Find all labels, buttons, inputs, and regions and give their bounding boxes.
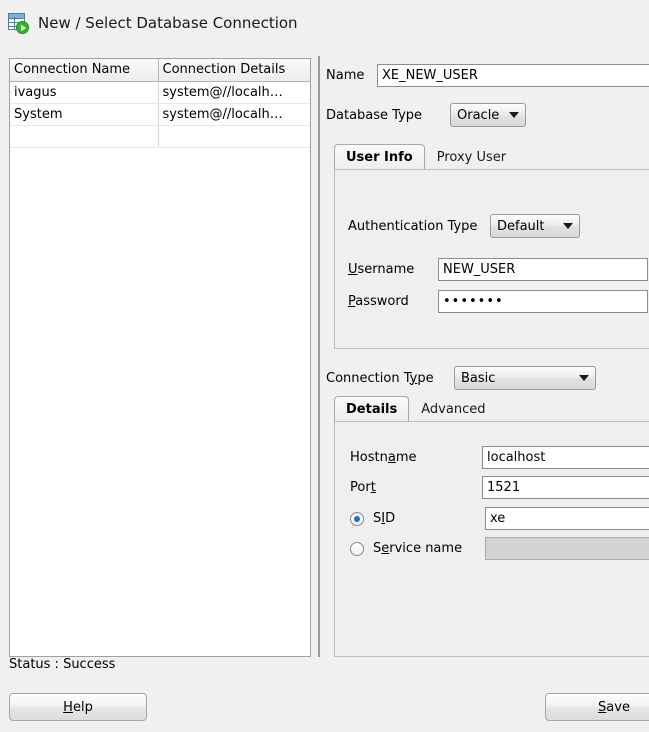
name-row: Name XE_NEW_USER [326, 64, 649, 87]
username-input[interactable]: NEW_USER [438, 258, 648, 281]
hostname-row: Hostname localhost [350, 446, 649, 469]
connection-tabstrip: Details Advanced [334, 396, 497, 422]
sid-radio[interactable] [350, 511, 364, 526]
connection-type-row: Connection Type Basic [326, 366, 596, 390]
database-type-label: Database Type [326, 107, 423, 123]
connection-type-value: Basic [461, 370, 496, 386]
authentication-type-label: Authentication Type [348, 218, 478, 234]
help-button[interactable]: Help [9, 693, 147, 721]
column-header-connection-name[interactable]: Connection Name [10, 59, 159, 82]
pane-splitter[interactable] [316, 56, 322, 657]
authentication-type-row: Authentication Type Default [348, 214, 580, 238]
authentication-type-select[interactable]: Default [490, 214, 580, 238]
details-tabpanel: Hostname localhost Port 1521 SID xe Serv… [334, 421, 649, 657]
cell-connection-details[interactable]: system@//localh… [158, 103, 310, 126]
save-button-label: Save [598, 699, 630, 715]
chevron-down-icon [579, 375, 589, 381]
connections-table[interactable]: Connection Name Connection Details ivagu… [10, 59, 310, 148]
table-row[interactable]: ivagus system@//localh… [10, 81, 310, 104]
cell-connection-name[interactable]: ivagus [10, 81, 159, 104]
window-titlebar: New / Select Database Connection [0, 0, 649, 46]
port-input[interactable]: 1521 [482, 476, 649, 499]
hostname-input[interactable]: localhost [482, 446, 649, 469]
service-name-input [485, 537, 649, 560]
table-empty-area [10, 125, 310, 148]
chevron-down-icon [563, 223, 573, 229]
connection-form-panel: Name XE_NEW_USER Database Type Oracle Us… [326, 56, 649, 657]
user-tabstrip: User Info Proxy User [334, 144, 518, 170]
connections-list-panel[interactable]: Connection Name Connection Details ivagu… [9, 58, 311, 657]
port-row: Port 1521 [350, 476, 649, 499]
hostname-label: Hostname [350, 450, 417, 465]
tab-details[interactable]: Details [334, 396, 410, 422]
save-button[interactable]: Save [545, 693, 649, 721]
sid-row: SID xe [350, 507, 649, 530]
service-name-label: Service name [373, 541, 463, 556]
connection-type-label: Connection Type [326, 370, 434, 386]
port-label: Port [350, 480, 376, 495]
service-name-row: Service name [350, 537, 649, 560]
username-label: Username [348, 262, 415, 277]
username-row: Username NEW_USER [348, 258, 648, 281]
status-text: Status : Success [9, 657, 116, 672]
service-name-radio[interactable] [350, 541, 364, 556]
password-row: Password ••••••• [348, 290, 648, 313]
tab-advanced[interactable]: Advanced [409, 396, 497, 422]
user-info-tabpanel: Authentication Type Default Username NEW… [334, 169, 649, 349]
sid-input[interactable]: xe [485, 507, 649, 530]
connection-type-select[interactable]: Basic [454, 366, 596, 390]
column-header-connection-details[interactable]: Connection Details [158, 59, 310, 82]
table-row[interactable]: System system@//localh… [10, 103, 310, 126]
database-type-row: Database Type Oracle [326, 103, 526, 127]
connection-name-input[interactable]: XE_NEW_USER [377, 64, 649, 87]
database-connection-icon [8, 12, 30, 34]
name-label: Name [326, 68, 365, 83]
table-header-row: Connection Name Connection Details [10, 59, 310, 82]
window-title: New / Select Database Connection [38, 14, 298, 32]
tab-user-info[interactable]: User Info [334, 144, 425, 170]
database-type-select[interactable]: Oracle [450, 103, 526, 127]
sid-label: SID [373, 511, 396, 526]
cell-connection-name[interactable]: System [10, 103, 159, 126]
password-label: Password [348, 294, 409, 309]
database-type-value: Oracle [457, 107, 500, 123]
authentication-type-value: Default [497, 218, 545, 234]
chevron-down-icon [509, 112, 519, 118]
tab-proxy-user[interactable]: Proxy User [425, 144, 518, 170]
help-button-label: Help [63, 699, 93, 715]
cell-connection-details[interactable]: system@//localh… [158, 81, 310, 104]
password-input[interactable]: ••••••• [438, 290, 648, 313]
